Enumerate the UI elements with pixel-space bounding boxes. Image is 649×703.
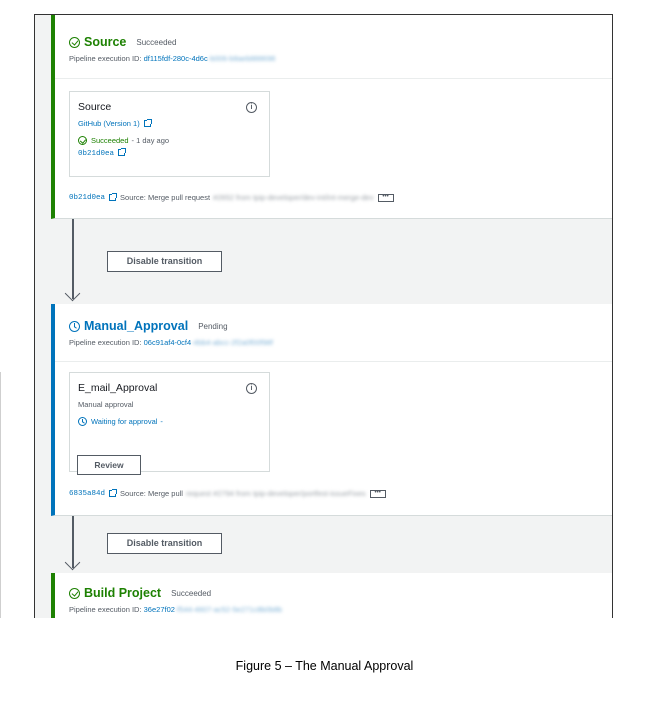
action-status-time: - 1 day ago xyxy=(131,136,170,145)
execution-id-line: Pipeline execution ID: 36e27f02-f544-460… xyxy=(69,605,612,614)
info-icon[interactable]: i xyxy=(246,383,257,394)
external-link-icon xyxy=(143,119,152,127)
stage-build-project: Build Project Succeeded Pipeline executi… xyxy=(51,573,612,618)
footer-message-redacted: #2652 from tpip-developer/dev-int/int-me… xyxy=(213,193,374,202)
success-check-icon xyxy=(69,36,80,48)
transition-1: Disable transition xyxy=(51,219,612,304)
stage-status: Succeeded xyxy=(171,588,212,598)
stage-header: Build Project Succeeded Pipeline executi… xyxy=(55,573,612,618)
execution-id-line: Pipeline execution ID: 06c91af4-0cf4-4bb… xyxy=(69,338,612,347)
arrow-down-icon xyxy=(64,554,81,571)
stage-title: Manual_Approval xyxy=(84,319,189,333)
execution-id-label: Pipeline execution ID: xyxy=(69,338,142,347)
stage-footer: 0b21d0ea Source: Merge pull request #265… xyxy=(69,193,394,202)
execution-id-redacted: -b006-b8aeb888698 xyxy=(207,54,276,63)
provider-link[interactable]: GitHub (Version 1) xyxy=(78,119,269,128)
stage-title: Source xyxy=(84,35,127,49)
execution-id-label: Pipeline execution ID: xyxy=(69,54,142,63)
stage-footer: 6835a84d Source: Merge pull request #279… xyxy=(69,489,386,498)
disable-transition-button[interactable]: Disable transition xyxy=(107,251,222,272)
action-card-email-approval: E_mail_Approval i Manual approval Waitin… xyxy=(69,372,270,475)
stage-title: Build Project xyxy=(84,586,162,600)
action-status-text: Waiting for approval xyxy=(91,417,158,426)
transition-2: Disable transition xyxy=(51,516,612,573)
stage-source: Source Succeeded Pipeline execution ID: … xyxy=(51,15,612,219)
clock-icon xyxy=(78,417,87,426)
execution-id-line: Pipeline execution ID: df115fdf-280c-4d6… xyxy=(69,54,612,63)
more-icon[interactable]: ••• xyxy=(377,193,394,202)
success-check-icon xyxy=(69,587,80,599)
stage-header: Source Succeeded Pipeline execution ID: … xyxy=(55,15,612,79)
external-link-icon xyxy=(109,193,118,201)
action-status: Succeeded - 1 day ago xyxy=(78,136,269,145)
action-status: Waiting for approval - xyxy=(78,417,269,426)
clock-icon xyxy=(69,320,80,332)
info-icon[interactable]: i xyxy=(246,102,257,113)
divider xyxy=(0,372,1,618)
action-name: Source xyxy=(78,101,112,113)
action-card-source: Source i GitHub (Version 1) Succeeded - … xyxy=(69,91,270,177)
action-name: E_mail_Approval xyxy=(78,382,158,394)
execution-id-link[interactable]: 06c91af4-0cf4 xyxy=(144,338,192,347)
execution-id-label: Pipeline execution ID: xyxy=(69,605,142,614)
footer-commit-link[interactable]: 0b21d0ea xyxy=(69,194,105,202)
execution-id-link[interactable]: 36e27f02 xyxy=(144,605,175,614)
stage-status: Succeeded xyxy=(136,37,177,47)
external-link-icon xyxy=(109,489,118,497)
stage-manual-approval: Manual_Approval Pending Pipeline executi… xyxy=(51,304,612,516)
execution-id-link[interactable]: df115fdf-280c-4d6c xyxy=(144,54,208,63)
commit-link[interactable]: 0b21d0ea xyxy=(78,148,269,158)
arrow-down-icon xyxy=(64,285,81,302)
external-link-icon xyxy=(118,148,127,156)
success-check-icon xyxy=(78,136,87,145)
action-provider: Manual approval xyxy=(78,400,134,409)
action-status-time: - xyxy=(160,417,163,426)
execution-id-redacted: -f544-4607-ac52-5e271c8b0b8b xyxy=(174,605,283,614)
pipeline-view: Source Succeeded Pipeline execution ID: … xyxy=(34,14,613,618)
review-button[interactable]: Review xyxy=(77,455,141,475)
stage-status: Pending xyxy=(198,321,228,331)
disable-transition-button[interactable]: Disable transition xyxy=(107,533,222,554)
figure-caption: Figure 5 – The Manual Approval xyxy=(235,659,414,673)
footer-message: Source: Merge pull xyxy=(120,489,183,498)
footer-message-redacted: request #2794 from tpip-developer/portfe… xyxy=(185,489,366,498)
action-status-text: Succeeded xyxy=(91,136,129,145)
footer-message: Source: Merge pull request xyxy=(120,193,211,202)
more-icon[interactable]: ••• xyxy=(369,489,386,498)
footer-commit-link[interactable]: 6835a84d xyxy=(69,490,105,498)
execution-id-redacted: -4bb4-abcc-2f2a0f00f98f xyxy=(191,338,273,347)
stage-header: Manual_Approval Pending Pipeline executi… xyxy=(55,304,612,362)
